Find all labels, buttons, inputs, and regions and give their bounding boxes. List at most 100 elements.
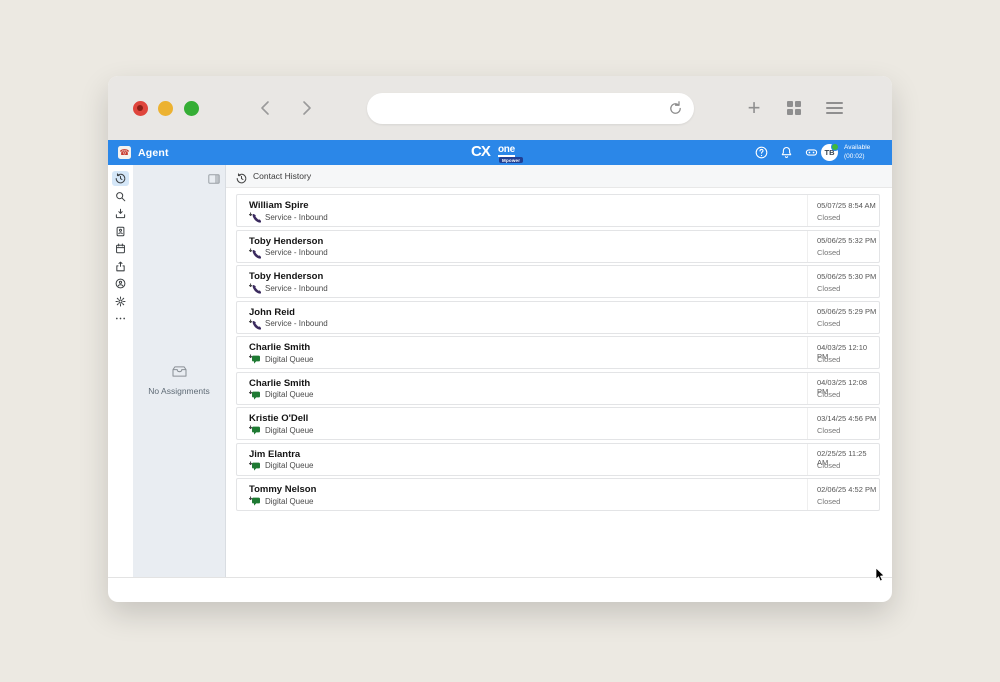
contact-name: Tommy Nelson	[249, 484, 316, 495]
contact-history-pane: Contact History William Spire Service - …	[226, 165, 892, 577]
grid-icon	[787, 101, 802, 116]
channel-label: Service - Inbound	[265, 213, 328, 222]
channel-label: Service - Inbound	[265, 284, 328, 293]
contact-history-row[interactable]: Tommy Nelson Digital Queue 02/06/25 4:52…	[236, 478, 880, 511]
sidebar-item-address-book[interactable]	[112, 224, 129, 239]
close-window-button[interactable]	[133, 101, 148, 116]
contact-status: Closed	[817, 497, 840, 506]
channel-label: Digital Queue	[265, 355, 313, 364]
sidebar-item-settings[interactable]	[112, 294, 129, 309]
voice-inbound-icon	[248, 212, 261, 222]
minimize-window-button[interactable]	[158, 101, 173, 116]
contact-status: Closed	[817, 319, 840, 328]
sidebar-item-more[interactable]	[112, 311, 129, 326]
contact-history-row[interactable]: William Spire Service - Inbound 05/07/25…	[236, 194, 880, 227]
assignments-panel: No Assignments	[133, 165, 226, 577]
sidebar-item-search[interactable]	[112, 189, 129, 204]
browser-window: + ☎ Agent CX one Mpower TB Avail	[108, 76, 892, 602]
settings-icon	[115, 296, 126, 307]
status-state: Available	[844, 144, 870, 153]
contact-datetime: 05/07/25 8:54 AM	[817, 201, 876, 210]
channel-label: Service - Inbound	[265, 319, 328, 328]
forward-icon[interactable]	[296, 98, 316, 118]
contact-datetime: 03/14/25 4:56 PM	[817, 414, 876, 423]
contact-history-list: William Spire Service - Inbound 05/07/25…	[226, 188, 892, 514]
contact-status: Closed	[817, 213, 840, 222]
contact-datetime: 05/06/25 5:32 PM	[817, 236, 876, 245]
browser-menu-button[interactable]	[822, 96, 846, 120]
contact-datetime: 02/06/25 4:52 PM	[817, 485, 876, 494]
contact-history-row[interactable]: Charlie Smith Digital Queue 04/03/25 12:…	[236, 336, 880, 369]
contact-datetime: 05/06/25 5:30 PM	[817, 272, 876, 281]
contact-history-row[interactable]: John Reid Service - Inbound 05/06/25 5:2…	[236, 301, 880, 334]
page-title: Contact History	[253, 171, 311, 181]
agent-app-icon: ☎	[118, 146, 131, 159]
avatar[interactable]: TB	[821, 144, 838, 161]
hamburger-icon	[826, 99, 843, 117]
channel-label: Digital Queue	[265, 426, 313, 435]
help-icon[interactable]	[755, 146, 768, 159]
digital-icon	[248, 461, 261, 471]
availability-dot	[831, 143, 839, 151]
app-body: No Assignments Contact History William S…	[108, 165, 892, 578]
channel-label: Digital Queue	[265, 461, 313, 470]
url-input[interactable]	[383, 101, 660, 115]
sidebar-item-launch[interactable]	[112, 259, 129, 274]
contact-name: Charlie Smith	[249, 342, 310, 353]
contact-status: Closed	[817, 248, 840, 257]
app-header: ☎ Agent CX one Mpower TB Available (00:0…	[108, 140, 892, 165]
agent-status[interactable]: Available (00:02)	[844, 144, 870, 162]
digital-icon	[248, 496, 261, 506]
empty-box-icon	[133, 365, 225, 383]
notifications-bell-icon[interactable]	[780, 146, 793, 159]
contact-status: Closed	[817, 461, 840, 470]
contact-name: Toby Henderson	[249, 236, 323, 247]
sidebar-item-agent-assist[interactable]	[112, 276, 129, 291]
contact-history-row[interactable]: Toby Henderson Service - Inbound 05/06/2…	[236, 230, 880, 263]
schedule-icon	[115, 243, 126, 254]
contact-name: Toby Henderson	[249, 271, 323, 282]
sidebar-item-voicemail[interactable]	[112, 206, 129, 221]
contact-status: Closed	[817, 426, 840, 435]
contact-name: Charlie Smith	[249, 378, 310, 389]
tab-overview-button[interactable]	[782, 96, 806, 120]
back-icon[interactable]	[256, 98, 276, 118]
sidebar-rail	[108, 165, 133, 577]
contact-status: Closed	[817, 284, 840, 293]
digital-icon	[248, 354, 261, 364]
mpower-badge: Mpower	[499, 157, 523, 163]
channel-label: Service - Inbound	[265, 248, 328, 257]
digital-icon	[248, 425, 261, 435]
browser-chrome: +	[108, 76, 892, 140]
contact-status: Closed	[817, 390, 840, 399]
contact-name: William Spire	[249, 200, 309, 211]
new-tab-button[interactable]: +	[742, 96, 766, 120]
contact-history-row[interactable]: Charlie Smith Digital Queue 04/03/25 12:…	[236, 372, 880, 405]
launch-icon	[115, 261, 126, 272]
voice-inbound-icon	[248, 283, 261, 293]
channel-label: Digital Queue	[265, 497, 313, 506]
more-icon	[115, 313, 126, 324]
sidebar-item-contact-history[interactable]	[112, 171, 129, 186]
channel-label: Digital Queue	[265, 390, 313, 399]
maximize-window-button[interactable]	[184, 101, 199, 116]
search-icon	[115, 191, 126, 202]
device-link-icon[interactable]	[805, 146, 818, 159]
no-assignments-label: No Assignments	[133, 386, 225, 396]
contact-datetime: 05/06/25 5:29 PM	[817, 307, 876, 316]
reload-icon[interactable]	[667, 100, 684, 117]
collapse-panel-icon[interactable]	[208, 171, 220, 181]
contact-history-row[interactable]: Kristie O'Dell Digital Queue 03/14/25 4:…	[236, 407, 880, 440]
no-assignments-empty-state: No Assignments	[133, 365, 225, 396]
status-timer: (00:02)	[844, 153, 870, 162]
address-bar[interactable]	[367, 93, 694, 124]
voice-inbound-icon	[248, 248, 261, 258]
contact-name: Kristie O'Dell	[249, 413, 308, 424]
agent-assist-icon	[115, 278, 126, 289]
sidebar-item-schedule[interactable]	[112, 241, 129, 256]
contact-history-row[interactable]: Jim Elantra Digital Queue 02/25/25 11:25…	[236, 443, 880, 476]
app-title: Agent	[138, 147, 169, 159]
contact-history-row[interactable]: Toby Henderson Service - Inbound 05/06/2…	[236, 265, 880, 298]
digital-icon	[248, 390, 261, 400]
contact-status: Closed	[817, 355, 840, 364]
